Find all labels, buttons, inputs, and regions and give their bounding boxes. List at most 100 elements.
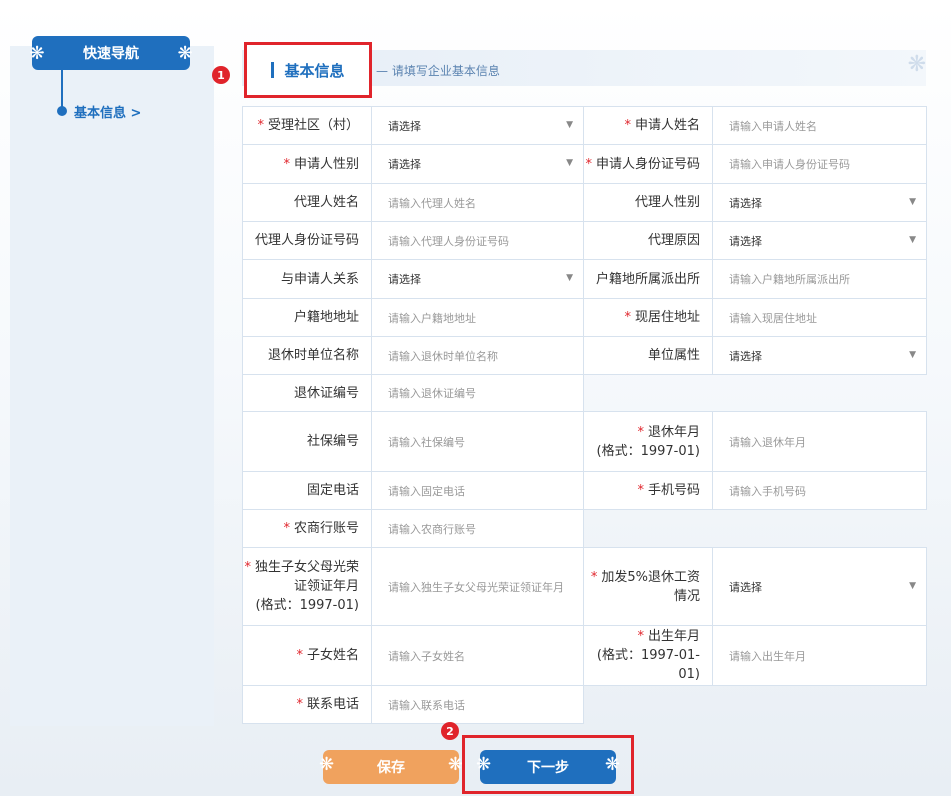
section-title-highlight: 基本信息 xyxy=(244,42,372,98)
required-marker: * xyxy=(624,118,631,133)
select-value: 请选择 xyxy=(388,158,421,171)
input-placeholder: 请输入子女姓名 xyxy=(388,649,465,663)
select-field[interactable]: 请选择 ▼ xyxy=(712,183,927,222)
required-marker: * xyxy=(624,310,631,325)
select-value: 请选择 xyxy=(729,234,762,248)
input-field[interactable]: 请输入户籍地所属派出所 xyxy=(712,259,927,299)
field-label: 退休时单位名称 xyxy=(242,336,372,375)
chevron-down-icon: ▼ xyxy=(566,158,573,168)
cloud-ornament-icon: ❋ xyxy=(319,754,335,775)
chevron-down-icon: ▼ xyxy=(909,349,916,360)
input-placeholder: 请输入独生子女父母光荣证领证年月 xyxy=(388,580,564,594)
field-label: * 子女姓名 xyxy=(242,625,372,686)
field-label: * 加发5%退休工资 情况 xyxy=(583,547,713,626)
input-field[interactable]: 请输入子女姓名 xyxy=(371,625,584,686)
field-label-line: 独生子女父母光荣 xyxy=(254,560,359,575)
section-title: 基本信息 xyxy=(284,61,345,80)
input-field[interactable]: 请输入申请人身份证号码 xyxy=(712,144,927,184)
nav-bullet-icon xyxy=(57,106,67,116)
field-label: 代理人性别 xyxy=(583,183,713,222)
field-label: 代理原因 xyxy=(583,221,713,260)
select-field[interactable]: 请选择 ▼ xyxy=(371,144,584,184)
input-field[interactable]: 请输入现居住地址 xyxy=(712,298,927,337)
field-label: * 出生年月 (格式：1997-01-01) xyxy=(583,625,713,686)
required-marker: * xyxy=(283,156,290,172)
input-field[interactable]: 请输入申请人姓名 xyxy=(712,106,927,145)
field-label-text: 退休时单位名称 xyxy=(268,346,359,365)
input-field[interactable]: 请输入社保编号 xyxy=(371,411,584,472)
field-label-text: * 申请人姓名 xyxy=(624,116,700,135)
input-placeholder: 请输入退休证编号 xyxy=(388,387,476,400)
select-field[interactable]: 请选择 ▼ xyxy=(712,221,927,260)
select-field[interactable]: 请选择 ▼ xyxy=(712,547,927,626)
select-value: 请选择 xyxy=(729,580,762,594)
input-field[interactable]: 请输入出生年月 xyxy=(712,625,927,686)
required-marker: * xyxy=(244,560,251,575)
field-label: * 申请人身份证号码 xyxy=(583,144,713,184)
input-field[interactable]: 请输入代理人身份证号码 xyxy=(371,221,584,260)
input-placeholder: 请输入代理人姓名 xyxy=(388,196,476,210)
field-label-line: 单位属性 xyxy=(647,348,700,363)
input-placeholder: 请输入农商行账号 xyxy=(388,522,476,536)
field-label-text: * 退休年月 (格式：1997-01) xyxy=(597,423,700,461)
field-label-text: * 农商行账号 xyxy=(283,519,359,538)
save-button[interactable]: ❋ 保存 ❋ xyxy=(319,750,463,784)
field-label-line: 退休证编号 xyxy=(293,385,359,401)
required-marker: * xyxy=(296,697,303,712)
nav-connector-line xyxy=(61,70,63,110)
step-badge-2: 2 xyxy=(441,722,459,740)
field-label-text: 与申请人关系 xyxy=(281,270,359,289)
field-label-text: * 现居住地址 xyxy=(624,308,700,327)
select-field[interactable]: 请选择 ▼ xyxy=(371,259,584,299)
field-label: * 申请人性别 xyxy=(242,144,372,184)
sidebar xyxy=(10,46,214,726)
field-label-line: 申请人身份证号码 xyxy=(595,156,700,172)
required-marker: * xyxy=(585,156,592,172)
field-label: * 现居住地址 xyxy=(583,298,713,337)
input-field[interactable]: 请输入户籍地地址 xyxy=(371,298,584,337)
field-label-line: (格式：1997-01) xyxy=(255,598,359,613)
input-field[interactable]: 请输入农商行账号 xyxy=(371,509,584,548)
field-label-text: 代理人性别 xyxy=(635,193,700,212)
field-label: * 联系电话 xyxy=(242,685,372,724)
select-value: 请选择 xyxy=(729,349,762,363)
save-button-label: 保存 xyxy=(377,760,405,776)
field-label-text: 代理人姓名 xyxy=(294,193,359,212)
select-field[interactable]: 请选择 ▼ xyxy=(371,106,584,145)
field-label-line: 手机号码 xyxy=(647,483,700,498)
field-label: 与申请人关系 xyxy=(242,259,372,299)
input-field[interactable]: 请输入代理人姓名 xyxy=(371,183,584,222)
input-placeholder: 请输入出生年月 xyxy=(729,649,806,663)
field-label-text: * 加发5%退休工资 情况 xyxy=(591,568,700,606)
field-label-line: 代理人性别 xyxy=(634,195,700,210)
field-label: * 申请人姓名 xyxy=(583,106,713,145)
field-label-line: (格式：1997-01) xyxy=(596,443,700,459)
input-field[interactable]: 请输入独生子女父母光荣证领证年月 xyxy=(371,547,584,626)
input-field[interactable]: 请输入退休时单位名称 xyxy=(371,336,584,375)
field-label-text: * 受理社区（村） xyxy=(257,116,359,135)
section-title-marker xyxy=(271,62,275,78)
input-field[interactable]: 请输入退休证编号 xyxy=(371,374,584,412)
sidebar-item-basic-info[interactable]: 基本信息 > xyxy=(74,102,141,121)
input-field[interactable]: 请输入固定电话 xyxy=(371,471,584,510)
input-field[interactable]: 请输入退休年月 xyxy=(712,411,927,472)
field-label-line: 受理社区（村） xyxy=(267,118,359,133)
field-label: 固定电话 xyxy=(242,471,372,510)
required-marker: * xyxy=(637,483,644,498)
field-label-text: 代理原因 xyxy=(648,231,700,250)
field-label-line: 加发5%退休工资 xyxy=(601,569,700,585)
chevron-down-icon: ▼ xyxy=(909,196,916,207)
input-placeholder: 请输入申请人身份证号码 xyxy=(729,158,850,171)
next-button[interactable]: ❋ 下一步 ❋ xyxy=(476,750,620,784)
step-badge-1: 1 xyxy=(212,66,230,84)
field-label-text: 社保编号 xyxy=(307,432,359,451)
input-placeholder: 请输入退休时单位名称 xyxy=(388,349,498,363)
cloud-ornament-icon: ❋ xyxy=(177,42,193,64)
field-label: 代理人姓名 xyxy=(242,183,372,222)
field-label: 代理人身份证号码 xyxy=(242,221,372,260)
required-marker: * xyxy=(637,424,644,440)
select-field[interactable]: 请选择 ▼ xyxy=(712,336,927,375)
input-field[interactable]: 请输入手机号码 xyxy=(712,471,927,510)
input-placeholder: 请输入现居住地址 xyxy=(729,311,817,325)
input-field[interactable]: 请输入联系电话 xyxy=(371,685,584,724)
